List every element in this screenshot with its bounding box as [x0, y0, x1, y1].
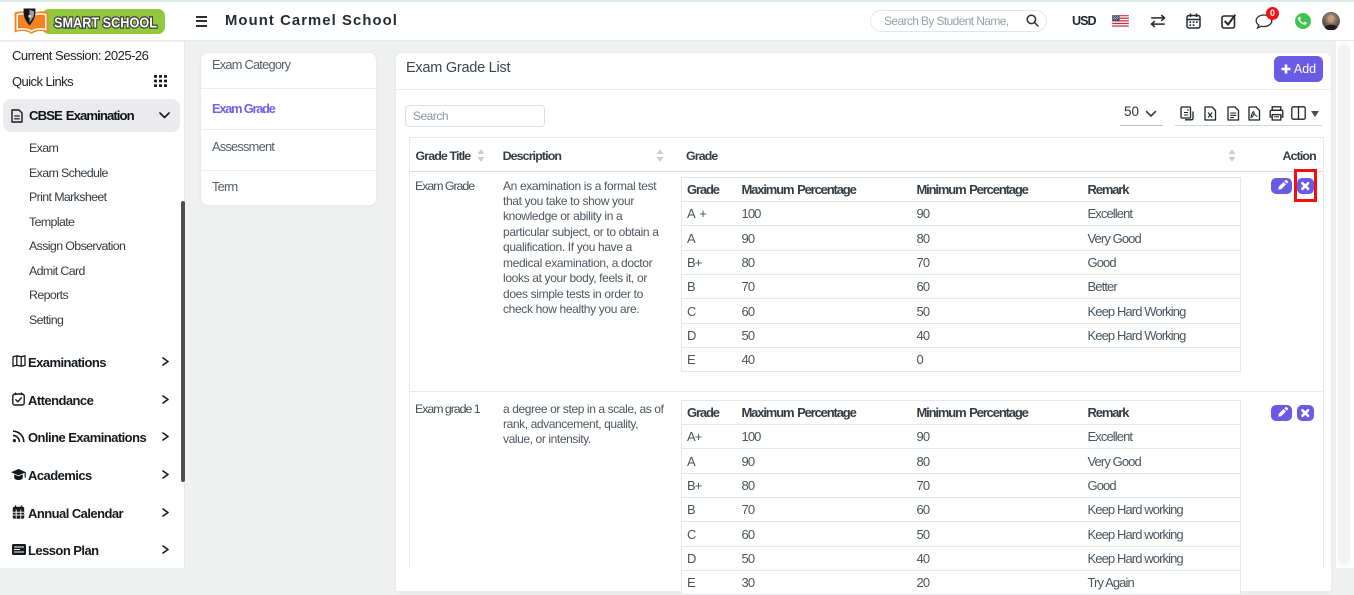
svg-text:SMART SCHOOL: SMART SCHOOL — [54, 15, 157, 32]
